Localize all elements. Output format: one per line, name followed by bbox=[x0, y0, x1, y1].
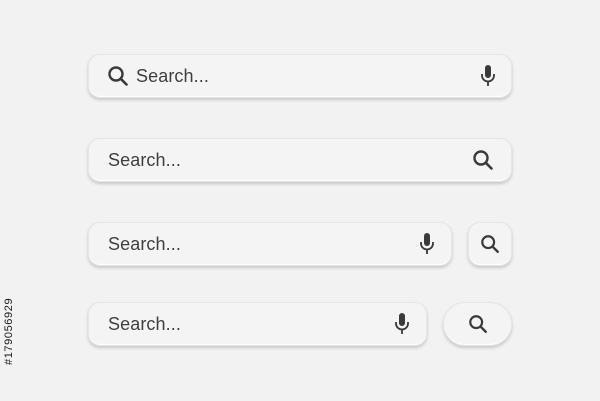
microphone-icon[interactable] bbox=[394, 312, 410, 336]
search-bar-1[interactable]: Search... bbox=[88, 54, 512, 98]
microphone-icon[interactable] bbox=[419, 232, 435, 256]
search-bar-3[interactable]: Search... bbox=[88, 222, 452, 266]
search-input-placeholder[interactable]: Search... bbox=[108, 235, 181, 253]
search-input-placeholder[interactable]: Search... bbox=[108, 315, 181, 333]
search-bar-4[interactable]: Search... bbox=[88, 302, 427, 346]
microphone-icon[interactable] bbox=[480, 64, 496, 88]
search-icon bbox=[468, 314, 488, 334]
search-input-placeholder[interactable]: Search... bbox=[108, 151, 181, 169]
search-bar-2[interactable]: Search... bbox=[88, 138, 512, 182]
search-button[interactable] bbox=[443, 302, 512, 346]
search-icon bbox=[107, 65, 129, 87]
search-input-placeholder[interactable]: Search... bbox=[136, 67, 209, 85]
search-icon bbox=[480, 234, 500, 254]
image-id-text: #179056929 bbox=[3, 297, 15, 365]
search-icon[interactable] bbox=[472, 149, 494, 171]
search-button[interactable] bbox=[468, 222, 512, 266]
